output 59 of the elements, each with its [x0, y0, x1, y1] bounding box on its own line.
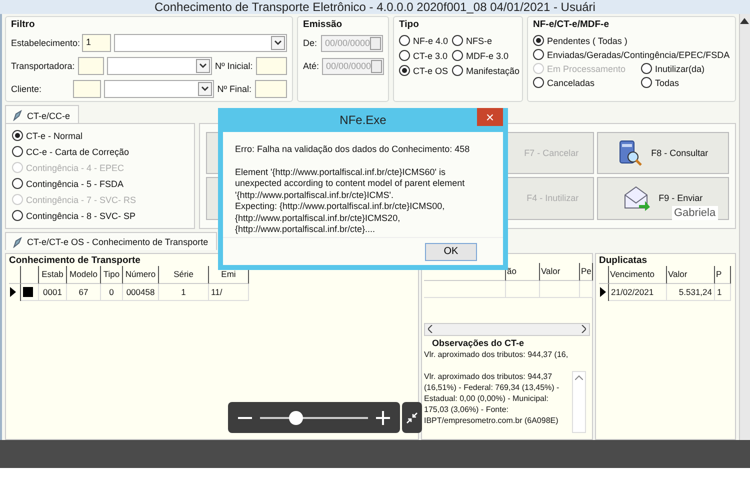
radio-label: MDF-e 3.0 — [466, 50, 509, 60]
column-header: Valor — [540, 262, 580, 281]
group-title: Filtro — [11, 19, 36, 30]
group-title: NF-e/CT-e/MDF-e — [533, 19, 610, 30]
radio-label: Contingência - 4 - EPEC — [26, 162, 124, 172]
column-header: Valor — [667, 266, 715, 284]
field-label: Até: — [303, 61, 320, 71]
column-header: Série — [159, 266, 209, 284]
section-title: Observações do CT-e — [431, 338, 526, 348]
memo-text: Vlr. aproximado dos tributos: 944,37 (16,51%) - Federal: 769,34 (13,45%) - Estadual: 0,00 (0,00%) - Municipal: 175,03 (3,06%) - Fonte: IBPT/empresometro.com.br (6A098E) — [424, 370, 560, 426]
radio-label: Canceladas — [547, 78, 595, 88]
field-label: Transportadora: — [11, 61, 75, 71]
radio-label: Manifestação — [466, 66, 520, 76]
observation-text: Vlr. aproximado dos tributos: 944,37 (16, — [424, 350, 568, 359]
radio-label: Em Processamento — [547, 64, 626, 74]
column-header: Vencimento — [609, 266, 667, 284]
radio-label: Enviadas/Geradas/Contingência/EPEC/FSDA — [547, 50, 730, 60]
table-cell: 21/02/2021 — [609, 284, 667, 301]
radio-label: CT-e OS — [413, 66, 448, 76]
tab-label: CT-e/CC-e — [27, 110, 70, 120]
radio-label: Contingência - 7 - SVC- RS — [26, 194, 136, 204]
panel-title: Conhecimento de Transporte — [9, 254, 142, 266]
column-header: Tipo — [101, 266, 123, 284]
table-cell: 0001 — [39, 284, 67, 301]
radio-label: CT-e - Normal — [26, 130, 83, 140]
radio-label: CT-e 3.0 — [413, 50, 448, 60]
tooltip: Gabriela — [672, 206, 718, 220]
radio-label: CC-e - Carta de Correção — [26, 146, 130, 156]
group-title: Tipo — [399, 19, 420, 30]
group-title: Emissão — [303, 19, 344, 30]
field-label: Cliente: — [11, 84, 43, 94]
radio-label: NF-e 4.0 — [413, 36, 448, 46]
table-cell: 1 — [715, 284, 731, 301]
column-header: Número — [123, 266, 159, 284]
table-cell: 1 — [159, 284, 209, 301]
column-header: Pe — [580, 262, 594, 281]
radio-label: Contingência - 5 - FSDA — [26, 178, 124, 188]
column-header: Modelo — [67, 266, 101, 284]
table-cell: 0 — [101, 284, 123, 301]
field-label: Nº Final: — [217, 84, 252, 94]
table-cell: 000458 — [123, 284, 159, 301]
window-title: Conhecimento de Transporte Eletrônico - 4.0.0.0 2020f001_08 04/01/2021 - Usuári — [154, 0, 596, 14]
field-label: Estabelecimento: — [11, 38, 79, 48]
radio-label: Pendentes ( Todas ) — [547, 36, 628, 46]
panel-title: Duplicatas — [599, 254, 648, 266]
table-cell: 67 — [67, 284, 101, 301]
field-label: De: — [303, 38, 318, 48]
radio-label: Contingência - 8 - SVC- SP — [26, 210, 136, 220]
radio-label: Inutilizar(da) — [655, 64, 705, 74]
error-message: Erro: Falha na validação dos dados do Conhecimento: 458 — [235, 144, 471, 156]
radio-label: NFS-e — [466, 36, 492, 46]
radio-label: Todas — [655, 78, 680, 88]
dialog-title: NFe.Exe — [340, 113, 386, 127]
column-header: Estab — [39, 266, 67, 284]
table-cell: 5.531,24 — [667, 284, 715, 301]
field-label: Nº Inicial: — [214, 61, 253, 71]
table-cell: 11/ — [209, 284, 249, 301]
column-header: P — [715, 266, 731, 284]
error-detail: Element '{http://www.portalfiscal.inf.br/cte}ICMS60' is unexpected according to content model of parent element '{http://www.portalfiscal.inf.br/cte}ICMS'. Expecting: {http://www.portalfiscal.inf.br/cte}ICMS00, {http://www.portalfiscal.inf.br/cte}ICMS20, {http://www.portalfiscal.inf.br/cte}.... — [235, 166, 466, 236]
